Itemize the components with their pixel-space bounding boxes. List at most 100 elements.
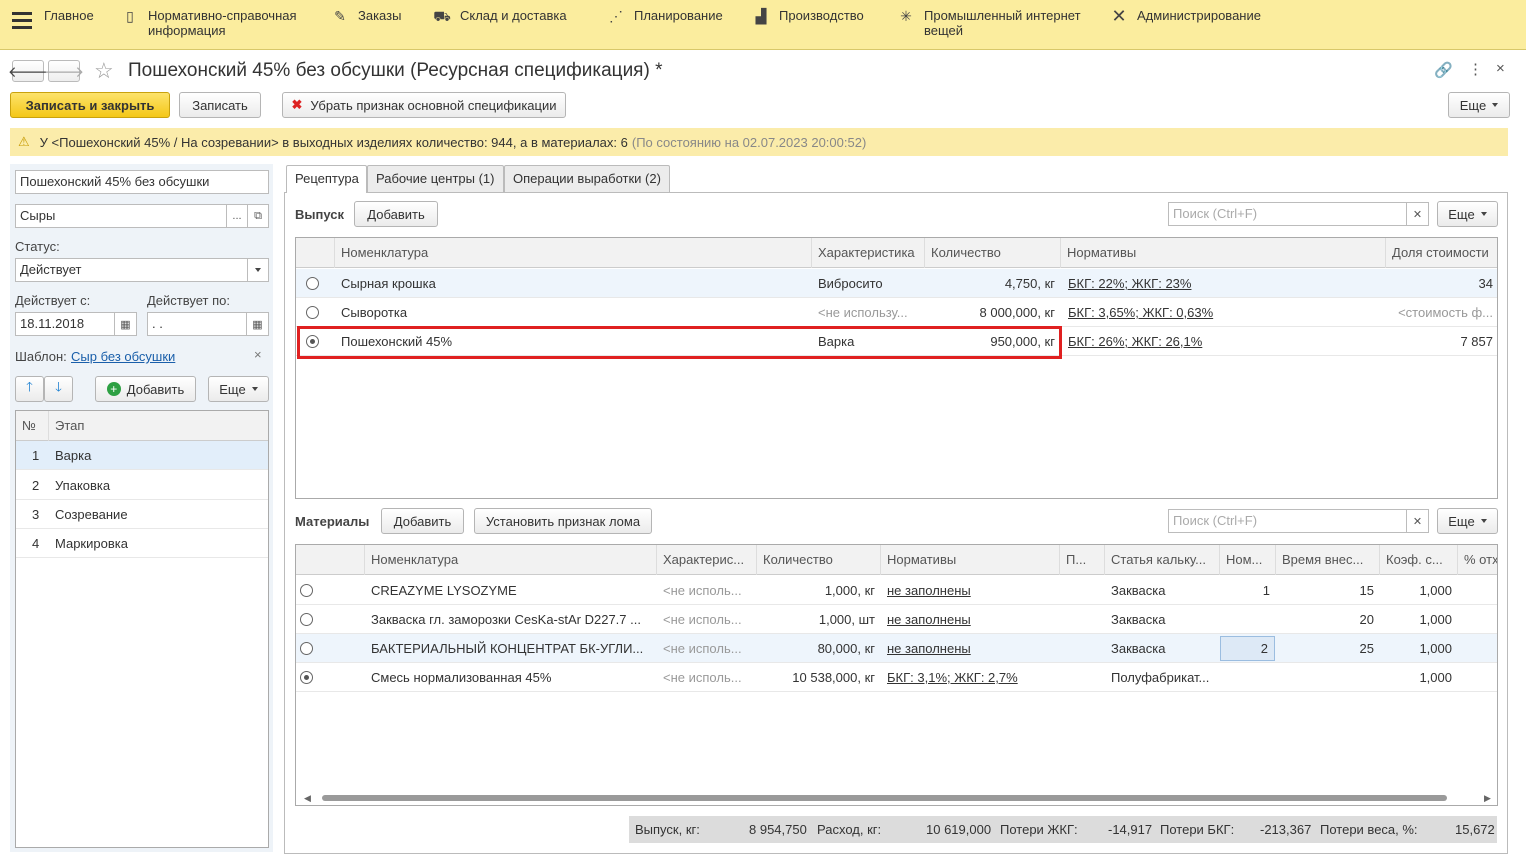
link-icon[interactable]: 🔗: [1434, 61, 1453, 79]
nav-orders[interactable]: ✎ Заказы: [332, 8, 401, 24]
dropdown-button[interactable]: [248, 258, 269, 282]
output-section-title: Выпуск: [295, 207, 344, 222]
nav-planning[interactable]: ⋰ Планирование: [608, 8, 723, 24]
materials-search-input[interactable]: Поиск (Ctrl+F): [1168, 509, 1407, 533]
cell-num: 2: [32, 478, 40, 493]
output-more-button[interactable]: Еще: [1437, 201, 1498, 227]
col-radio: [296, 545, 365, 575]
materials-more-button[interactable]: Еще: [1437, 508, 1498, 534]
nav-label: Нормативно-справочная информация: [148, 8, 297, 38]
table-row[interactable]: Сыворотка <не использу... 8 000,000, кг …: [296, 298, 1497, 327]
material-radio[interactable]: [300, 584, 313, 597]
cell-qty: 10 538,000, кг: [792, 670, 875, 685]
template-link[interactable]: Сыр без обсушки: [71, 349, 175, 364]
cell-norms-link[interactable]: БКГ: 26%; ЖКГ: 26,1%: [1062, 327, 1208, 356]
table-row[interactable]: CREAZYME LYSOZYME <не исполь... 1,000, к…: [296, 576, 1497, 605]
calendar-icon[interactable]: ▦: [115, 312, 137, 336]
plus-icon: +: [106, 382, 121, 396]
favorite-star-icon[interactable]: ☆: [94, 58, 114, 84]
cell-nom-editing[interactable]: 2: [1220, 636, 1275, 661]
col-radio: [296, 238, 335, 268]
col-nom: Ном...: [1220, 545, 1276, 575]
output-search-input[interactable]: Поиск (Ctrl+F): [1168, 202, 1407, 226]
cell-qty: 80,000, кг: [817, 641, 875, 656]
calendar-icon[interactable]: ▦: [247, 312, 269, 336]
more-button[interactable]: Еще: [1448, 92, 1510, 118]
cell-char: Варка: [818, 334, 855, 349]
date-from-field[interactable]: 18.11.2018: [15, 312, 115, 336]
material-radio[interactable]: [300, 642, 313, 655]
nav-reference[interactable]: ▯ Нормативно-справочная информация: [122, 8, 297, 38]
tab-operations[interactable]: Операции выработки (2): [504, 165, 670, 192]
forward-button[interactable]: 🡒: [44, 60, 84, 82]
close-icon[interactable]: ×: [1496, 60, 1505, 77]
button-label: Добавить: [126, 381, 185, 397]
add-material-button[interactable]: Добавить: [381, 508, 464, 534]
add-output-button[interactable]: Добавить: [354, 201, 438, 227]
cell-norms-link[interactable]: не заполнены: [881, 634, 977, 663]
back-button[interactable]: 🡐: [8, 60, 48, 82]
set-scrap-button[interactable]: Установить признак лома: [474, 508, 652, 534]
scroll-right-icon[interactable]: ▶: [1484, 793, 1491, 804]
group-field[interactable]: Сыры: [15, 204, 227, 228]
clear-search-icon[interactable]: ✕: [1407, 202, 1429, 226]
nav-warehouse[interactable]: ⛟ Склад и доставка: [433, 7, 566, 24]
tab-work-centers[interactable]: Рабочие центры (1): [367, 165, 504, 192]
scroll-left-icon[interactable]: ◀: [304, 793, 311, 804]
col-waste: % отх: [1464, 552, 1498, 567]
move-up-button[interactable]: 🡑: [15, 376, 44, 402]
protein-loss-value: -213,367: [1260, 822, 1312, 837]
nav-main[interactable]: Главное: [44, 8, 94, 23]
cell-name: Закваска гл. заморозки CesKa-stAr D227.7…: [371, 612, 641, 627]
table-row[interactable]: 1 Варка: [16, 441, 268, 470]
spec-name-field[interactable]: Пошехонский 45% без обсушки: [15, 170, 269, 194]
main-output-radio[interactable]: [306, 277, 319, 290]
cell-norms-link[interactable]: не заполнены: [881, 576, 977, 605]
status-field[interactable]: Действует: [15, 258, 248, 282]
save-and-close-button[interactable]: Записать и закрыть: [10, 92, 170, 118]
col-norms: Нормативы: [1061, 238, 1386, 268]
cell-norms-link[interactable]: БКГ: 3,1%; ЖКГ: 2,7%: [881, 663, 1024, 692]
stages-table: № Этап 1 Варка 2 Упаковка 3 Созревание 4…: [15, 410, 269, 848]
cell-norms-link[interactable]: не заполнены: [881, 605, 977, 634]
scroll-thumb[interactable]: [322, 795, 1447, 801]
horizontal-scrollbar[interactable]: ◀ ▶: [296, 791, 1497, 805]
clear-search-icon[interactable]: ✕: [1407, 509, 1429, 533]
material-radio[interactable]: [300, 671, 313, 684]
nav-iot[interactable]: ✳ Промышленный интернет вещей: [898, 8, 1080, 38]
date-to-field[interactable]: . .: [147, 312, 247, 336]
clear-template-icon[interactable]: ×: [254, 347, 262, 362]
cell-num: 3: [32, 507, 40, 522]
material-radio[interactable]: [300, 613, 313, 626]
table-row[interactable]: БАКТЕРИАЛЬНЫЙ КОНЦЕНТРАТ БК-УГЛИ... <не …: [296, 634, 1497, 663]
move-down-button[interactable]: 🡓: [44, 376, 73, 402]
select-button[interactable]: ...: [227, 204, 248, 228]
table-row[interactable]: 3 Созревание: [16, 500, 268, 529]
truck-icon: ⛟: [433, 7, 451, 24]
tab-recipe[interactable]: Рецептура: [286, 165, 367, 193]
table-row[interactable]: Пошехонский 45% Варка 950,000, кг БКГ: 2…: [296, 327, 1497, 356]
nav-production[interactable]: ▟ Производство: [753, 8, 864, 24]
top-navigation: Главное ▯ Нормативно-справочная информац…: [0, 0, 1526, 50]
open-icon[interactable]: ⧉: [248, 204, 269, 228]
table-row[interactable]: Сырная крошка Вибросито 4,750, кг БКГ: 2…: [296, 269, 1497, 298]
table-row[interactable]: Закваска гл. заморозки CesKa-stAr D227.7…: [296, 605, 1497, 634]
add-stage-button[interactable]: + Добавить: [95, 376, 196, 402]
main-output-radio[interactable]: [306, 335, 319, 348]
menu-icon[interactable]: [12, 12, 32, 30]
remove-main-spec-button[interactable]: ✖ Убрать признак основной спецификации: [282, 92, 566, 118]
fat-loss-label: Потери ЖКГ:: [1000, 822, 1078, 837]
cell-coef: 1,000: [1419, 670, 1452, 685]
table-row[interactable]: 2 Упаковка: [16, 471, 268, 500]
nav-label: Администрирование: [1137, 8, 1261, 23]
save-button[interactable]: Записать: [179, 92, 261, 118]
cell-norms-link[interactable]: БКГ: 3,65%; ЖКГ: 0,63%: [1062, 298, 1219, 327]
main-output-radio[interactable]: [306, 306, 319, 319]
table-row[interactable]: 4 Маркировка: [16, 529, 268, 558]
nav-admin[interactable]: ✕ Администрирование: [1111, 7, 1261, 25]
table-row[interactable]: Смесь нормализованная 45% <не исполь... …: [296, 663, 1497, 692]
more-vertical-icon[interactable]: ⋮: [1468, 60, 1483, 78]
stages-more-button[interactable]: Еще: [208, 376, 269, 402]
cell-norms-link[interactable]: БКГ: 22%; ЖКГ: 23%: [1062, 269, 1197, 298]
usage-kg-label: Расход, кг:: [817, 822, 882, 837]
